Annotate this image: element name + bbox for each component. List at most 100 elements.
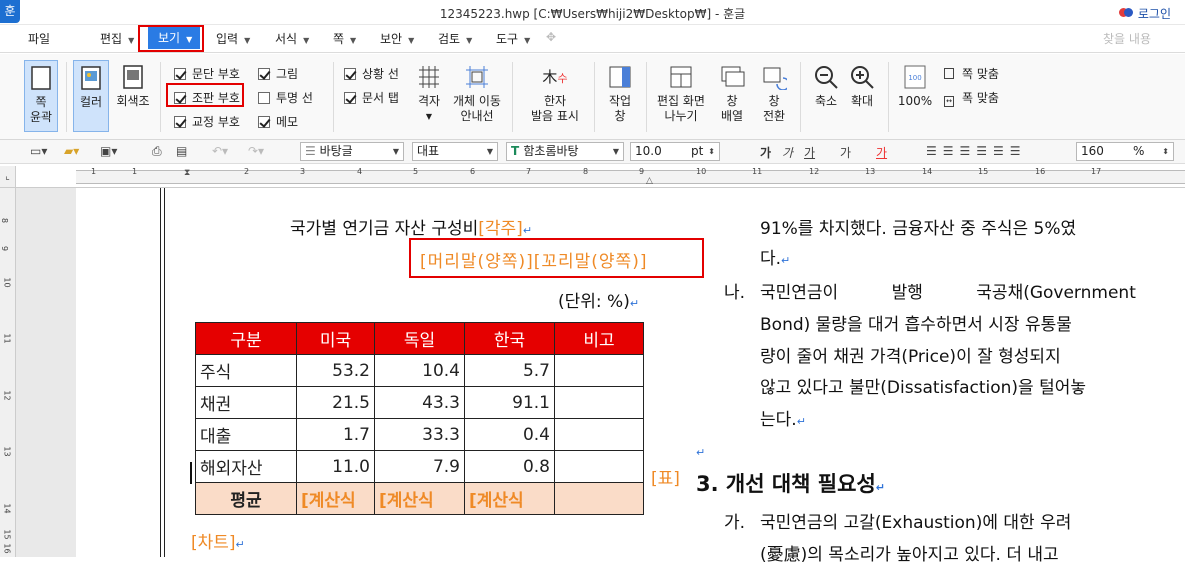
page-outline-button[interactable]: 쪽 윤곽: [24, 60, 58, 132]
table-cell[interactable]: 0.4: [464, 418, 555, 451]
list-item-line[interactable]: 국민연금의 고갈(Exhaustion)에 대한 우려: [760, 508, 1071, 533]
login-button[interactable]: 로그인: [1138, 5, 1171, 22]
doc-title[interactable]: 국가별 연기금 자산 구성비[각주]↵: [290, 214, 532, 239]
list-item-line[interactable]: (憂慮)의 목소리가 높아지고 있다. 더 내고: [760, 540, 1059, 565]
formula-cell[interactable]: [계산식: [296, 482, 375, 515]
formula-cell[interactable]: [계산식: [464, 482, 555, 515]
menu-security[interactable]: 보안 ▼: [380, 30, 414, 47]
margin-marker-icon[interactable]: △: [646, 176, 653, 186]
table-header-cell[interactable]: 구분: [195, 322, 297, 355]
split-screen-button[interactable]: 편집 화면 나누기: [652, 64, 710, 130]
style-select[interactable]: ☰ 바탕글 ▼: [300, 142, 404, 161]
check-doc-tab[interactable]: 문서 탭: [344, 89, 399, 106]
search-input[interactable]: 찾을 내용: [1103, 30, 1151, 47]
check-transparent-line[interactable]: 투명 선: [258, 89, 313, 106]
menu-insert[interactable]: 입력 ▼: [216, 30, 250, 47]
save-icon[interactable]: ▣▾: [100, 144, 117, 158]
window-arrange-button[interactable]: 창 배열: [714, 64, 750, 130]
grayscale-button[interactable]: 회색조: [113, 64, 153, 124]
table-cell[interactable]: 해외자산: [195, 450, 297, 483]
new-document-icon[interactable]: ▭▾: [30, 144, 47, 158]
color-view-button[interactable]: 컬러: [73, 60, 109, 132]
table-cell[interactable]: 대출: [195, 418, 297, 451]
check-status-line[interactable]: 상황 선: [344, 65, 399, 82]
table-cell[interactable]: 21.5: [296, 386, 375, 419]
table-cell[interactable]: [554, 386, 644, 419]
alignment-buttons[interactable]: ☰☰☰☰☰☰: [926, 144, 1027, 158]
body-text-line[interactable]: 다.↵: [760, 244, 790, 269]
table-cell[interactable]: 채권: [195, 386, 297, 419]
menu-edit[interactable]: 편집 ▼: [100, 30, 134, 47]
section-heading[interactable]: 3. 개선 대책 필요성↵: [696, 468, 885, 498]
fit-page-button[interactable]: 쪽 맞춤: [944, 65, 999, 82]
table-header-cell[interactable]: 미국: [296, 322, 375, 355]
zoom-select[interactable]: 160% ⬍: [1076, 142, 1174, 161]
table-caption-tag[interactable]: [표]: [651, 464, 680, 489]
check-paragraph-marks[interactable]: 문단 부호: [174, 65, 240, 82]
table-header-cell[interactable]: 독일: [374, 322, 465, 355]
check-memo[interactable]: 메모: [258, 113, 298, 130]
font-size-input[interactable]: 10.0 pt ⬍: [630, 142, 720, 161]
print-icon[interactable]: ⎙: [152, 144, 162, 159]
table-cell[interactable]: [554, 418, 644, 451]
table-cell[interactable]: 평균: [195, 482, 297, 515]
list-item-line[interactable]: 는다.↵: [760, 405, 806, 430]
strikethrough-button[interactable]: 가: [840, 144, 851, 161]
open-folder-icon[interactable]: ▰▾: [64, 144, 79, 158]
table-cell[interactable]: 33.3: [374, 418, 465, 451]
footnote-tag[interactable]: [각주]: [478, 219, 523, 239]
table-cell[interactable]: [554, 354, 644, 387]
table-header-cell[interactable]: 비고: [554, 322, 644, 355]
object-move-guide-button[interactable]: 개체 이동 안내선: [450, 64, 504, 130]
check-proof-marks[interactable]: 교정 부호: [174, 113, 240, 130]
preview-icon[interactable]: ▤: [176, 144, 187, 158]
text-color-button[interactable]: 가: [876, 144, 887, 161]
italic-button[interactable]: 가: [782, 144, 793, 161]
table-cell[interactable]: [554, 450, 644, 483]
body-text-line[interactable]: 91%를 차지했다. 금융자산 중 주식은 5%였: [760, 214, 1076, 239]
asset-table[interactable]: 구분 미국 독일 한국 비고 주식 53.2 10.4 5.7 채권 21.5 …: [195, 322, 644, 515]
table-cell[interactable]: 11.0: [296, 450, 375, 483]
menu-review[interactable]: 검토 ▼: [438, 30, 472, 47]
table-cell[interactable]: 5.7: [464, 354, 555, 387]
underline-button[interactable]: 가: [804, 144, 815, 161]
hanja-pronunciation-button[interactable]: 木수 한자 발음 표시: [526, 64, 584, 130]
table-cell[interactable]: 91.1: [464, 386, 555, 419]
indent-marker-icon[interactable]: ⧗: [184, 168, 190, 178]
table-cell[interactable]: 1.7: [296, 418, 375, 451]
ruler-corner-icon[interactable]: ⌞: [0, 166, 16, 188]
table-cell[interactable]: 주식: [195, 354, 297, 387]
table-cell[interactable]: 7.9: [374, 450, 465, 483]
menu-file[interactable]: 파일: [28, 30, 50, 47]
list-item-line[interactable]: 않고 있다고 불만(Dissatisfaction)을 털어놓: [760, 373, 1086, 398]
vertical-ruler[interactable]: 8 9 10 11 12 13 14 15 16: [0, 188, 16, 557]
list-item-line[interactable]: 국민연금이 발행 국공채(Government: [760, 278, 1136, 303]
zoom-in-button[interactable]: 확대: [846, 64, 878, 124]
table-cell[interactable]: 0.8: [464, 450, 555, 483]
menu-format[interactable]: 서식 ▼: [275, 30, 309, 47]
font-language-select[interactable]: 대표 ▼: [412, 142, 498, 161]
formula-cell[interactable]: [계산식: [374, 482, 465, 515]
table-header-cell[interactable]: 한국: [464, 322, 555, 355]
check-picture[interactable]: 그림: [258, 65, 298, 82]
work-window-button[interactable]: 작업 창: [602, 64, 638, 130]
puzzle-icon[interactable]: ✥: [546, 30, 556, 44]
undo-icon[interactable]: ↶▾: [212, 144, 228, 158]
grid-button[interactable]: 격자 ▼: [412, 64, 446, 130]
horizontal-ruler[interactable]: 1 1 2 3 4 5 6 7 8 9 10 11 12 13 14 15 16…: [16, 166, 1185, 188]
menu-tools[interactable]: 도구 ▼: [496, 30, 530, 47]
font-select[interactable]: T 함초롬바탕 ▼: [506, 142, 624, 161]
window-switch-button[interactable]: 창 전환: [756, 64, 792, 130]
header-footer-tag[interactable]: [머리말(양쪽)][꼬리말(양쪽)]: [420, 247, 647, 272]
table-cell[interactable]: 53.2: [296, 354, 375, 387]
list-item-line[interactable]: Bond) 물량을 대거 흡수하면서 시장 유통물: [760, 310, 1072, 335]
table-cell[interactable]: 43.3: [374, 386, 465, 419]
table-cell[interactable]: [554, 482, 644, 515]
zoom-100-button[interactable]: 100 100%: [896, 64, 934, 124]
menu-page[interactable]: 쪽 ▼: [333, 30, 356, 47]
fit-width-button[interactable]: ↔ 폭 맞춤: [944, 89, 999, 107]
zoom-out-button[interactable]: 축소: [810, 64, 842, 124]
redo-icon[interactable]: ↷▾: [248, 144, 264, 158]
bold-button[interactable]: 가: [760, 144, 771, 161]
chart-tag[interactable]: [차트]↵: [191, 528, 245, 553]
